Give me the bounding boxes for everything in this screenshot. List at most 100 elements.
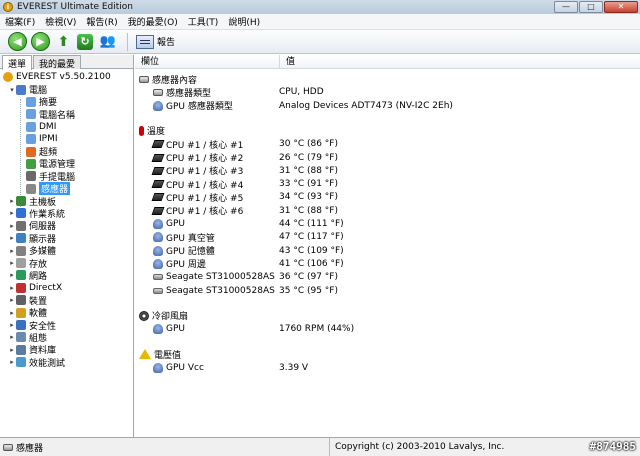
sensor-row[interactable]: GPU 感應器類型 Analog Devices ADT7473 (NV-I2C …: [153, 100, 633, 112]
menu-tools[interactable]: 工具(T): [183, 15, 224, 28]
software-icon: [16, 307, 26, 318]
sensor-row[interactable]: CPU #1 / 核心 #4 33 °C (91 °F): [151, 178, 633, 191]
expander-icon[interactable]: ▸: [8, 309, 16, 317]
expander-icon[interactable]: ▸: [8, 222, 16, 230]
expander-icon[interactable]: ▾: [8, 86, 16, 94]
sensor-field-label: CPU #1 / 核心 #4: [166, 180, 244, 191]
tree-item[interactable]: 超頻: [0, 145, 133, 159]
tree-item[interactable]: ▾ 電腦: [0, 83, 133, 96]
expander-icon[interactable]: ▸: [8, 333, 16, 341]
sensor-value: 3.39 V: [279, 362, 309, 373]
expander-icon[interactable]: ▸: [8, 346, 16, 354]
sensor-row[interactable]: CPU #1 / 核心 #3 31 °C (88 °F): [151, 165, 633, 177]
sensor-row[interactable]: CPU #1 / 核心 #2 26 °C (79 °F): [151, 152, 633, 164]
expander-icon[interactable]: ▸: [8, 209, 16, 217]
sensor-row[interactable]: GPU 周邊 41 °C (106 °F): [153, 258, 633, 270]
tree-item[interactable]: IPMI: [0, 133, 133, 145]
sensor-field-label: GPU 記憶體: [166, 247, 215, 258]
tree-item[interactable]: ▸ 作業系統: [0, 207, 133, 220]
sensor-field-label: Seagate ST31000528AS: [166, 285, 275, 296]
refresh-icon: ↻: [80, 35, 90, 48]
tree-item[interactable]: 電腦名稱: [0, 108, 133, 121]
tree-item[interactable]: ▸ 主機板: [0, 195, 133, 208]
back-button[interactable]: ◀: [8, 32, 27, 51]
sensor-row[interactable]: GPU 44 °C (111 °F): [153, 218, 633, 230]
tree-item-label: 感應器: [39, 182, 71, 196]
navigation-tree: EVEREST v5.50.2100 ▾ 電腦 摘要電腦名稱 DMI IPMI 超頻 電源管理…: [0, 69, 133, 369]
users-button[interactable]: 👥: [97, 32, 119, 51]
expander-icon[interactable]: ▸: [8, 197, 16, 205]
tree-item[interactable]: ▸ 伺服器: [0, 220, 133, 232]
tab-menu[interactable]: 選單: [2, 55, 33, 70]
sensor-row[interactable]: CPU #1 / 核心 #6 31 °C (88 °F): [151, 205, 633, 217]
tree-item-label: 超頻: [39, 148, 58, 159]
expander-icon[interactable]: ▸: [8, 247, 16, 255]
maximize-button[interactable]: □: [579, 1, 603, 13]
tree-item[interactable]: ▸ 網路: [0, 269, 133, 282]
tree-item[interactable]: ▸ 多媒體: [0, 244, 133, 257]
sensor-row[interactable]: GPU 1760 RPM (44%): [153, 323, 633, 335]
expander-icon[interactable]: ▸: [8, 321, 16, 329]
tree-item-label: 資料庫: [29, 346, 57, 357]
sensor-row[interactable]: 感應器類型 CPU, HDD: [153, 86, 633, 99]
sensor-row[interactable]: GPU 記憶體 43 °C (109 °F): [153, 245, 633, 257]
up-button[interactable]: ⬆: [54, 32, 73, 51]
tree-item[interactable]: ▸ DirectX: [0, 282, 133, 294]
forward-button[interactable]: ▶: [31, 32, 50, 51]
column-field[interactable]: 欄位: [135, 55, 280, 68]
sensor-row[interactable]: GPU Vcc 3.39 V: [153, 362, 633, 374]
tab-favorites[interactable]: 我的最愛: [33, 55, 82, 70]
expander-icon[interactable]: ▸: [8, 358, 16, 366]
close-button[interactable]: ✕: [604, 1, 638, 13]
navigation-pane: 選單 我的最愛 EVEREST v5.50.2100 ▾ 電腦 摘要電腦名稱 DMI IP…: [0, 55, 134, 437]
tree-item-label: 主機板: [29, 197, 57, 208]
tree-item[interactable]: EVEREST v5.50.2100: [0, 71, 133, 83]
config-icon: [16, 332, 26, 343]
tree-item[interactable]: ▸ 效能測試: [0, 356, 133, 369]
expander-icon[interactable]: ▸: [8, 271, 16, 279]
tree-item-label: 安全性: [29, 321, 57, 332]
expander-icon[interactable]: ▸: [8, 259, 16, 267]
tree-item[interactable]: 感應器: [0, 182, 133, 196]
sensor-row[interactable]: GPU 真空管 47 °C (117 °F): [153, 231, 633, 244]
tree-item[interactable]: ▸ 顯示器: [0, 232, 133, 245]
warning-icon: [139, 349, 151, 360]
expander-icon[interactable]: ▸: [8, 296, 16, 304]
expander-icon[interactable]: ▸: [8, 234, 16, 242]
expander-icon[interactable]: ▸: [8, 284, 16, 292]
sensor-row[interactable]: Seagate ST31000528AS 36 °C (97 °F): [153, 271, 633, 283]
tree-item[interactable]: DMI: [0, 121, 133, 133]
menu-report[interactable]: 報告(R): [81, 15, 122, 28]
tree-item[interactable]: ▸ 軟體: [0, 306, 133, 319]
database-icon: [16, 344, 26, 355]
sensor-row[interactable]: CPU #1 / 核心 #1 30 °C (86 °F): [151, 138, 633, 151]
report-button[interactable]: 報告: [136, 34, 176, 49]
tree-item[interactable]: ▸ 存放: [0, 257, 133, 270]
sensor-value: 36 °C (97 °F): [279, 272, 338, 283]
section-header: 感應器內容: [139, 73, 197, 86]
menu-help[interactable]: 說明(H): [223, 15, 265, 28]
tree-item[interactable]: ▸ 安全性: [0, 319, 133, 332]
sensor-field: GPU 感應器類型: [153, 99, 279, 112]
menu-favorites[interactable]: 我的最愛(O): [123, 15, 183, 28]
report-button-label: 報告: [157, 38, 176, 48]
tree-item[interactable]: 手提電腦: [0, 170, 133, 183]
tree-item[interactable]: 摘要: [0, 96, 133, 108]
directx-icon: [16, 282, 26, 293]
sensor-row[interactable]: Seagate ST31000528AS 35 °C (95 °F): [153, 285, 633, 297]
tree-item-label: 電腦名稱: [39, 110, 76, 121]
refresh-button[interactable]: ↻: [77, 33, 93, 50]
tree-item-label: 伺服器: [29, 222, 57, 233]
tree-item[interactable]: ▸ 資料庫: [0, 344, 133, 356]
section-header: 溫度: [139, 125, 165, 137]
menu-view[interactable]: 檢視(V): [40, 15, 81, 28]
sensor-row[interactable]: CPU #1 / 核心 #5 34 °C (93 °F): [151, 191, 633, 204]
column-value[interactable]: 值: [280, 55, 295, 68]
tree-item[interactable]: 電源管理: [0, 158, 133, 170]
menu-file[interactable]: 檔案(F): [0, 15, 40, 28]
sensor-value: 33 °C (91 °F): [279, 179, 338, 190]
tree-item[interactable]: ▸ 裝置: [0, 294, 133, 307]
tree-item[interactable]: ▸ 組態: [0, 331, 133, 344]
sensor-field-label: GPU 感應器類型: [166, 102, 233, 113]
minimize-button[interactable]: —: [554, 1, 578, 13]
